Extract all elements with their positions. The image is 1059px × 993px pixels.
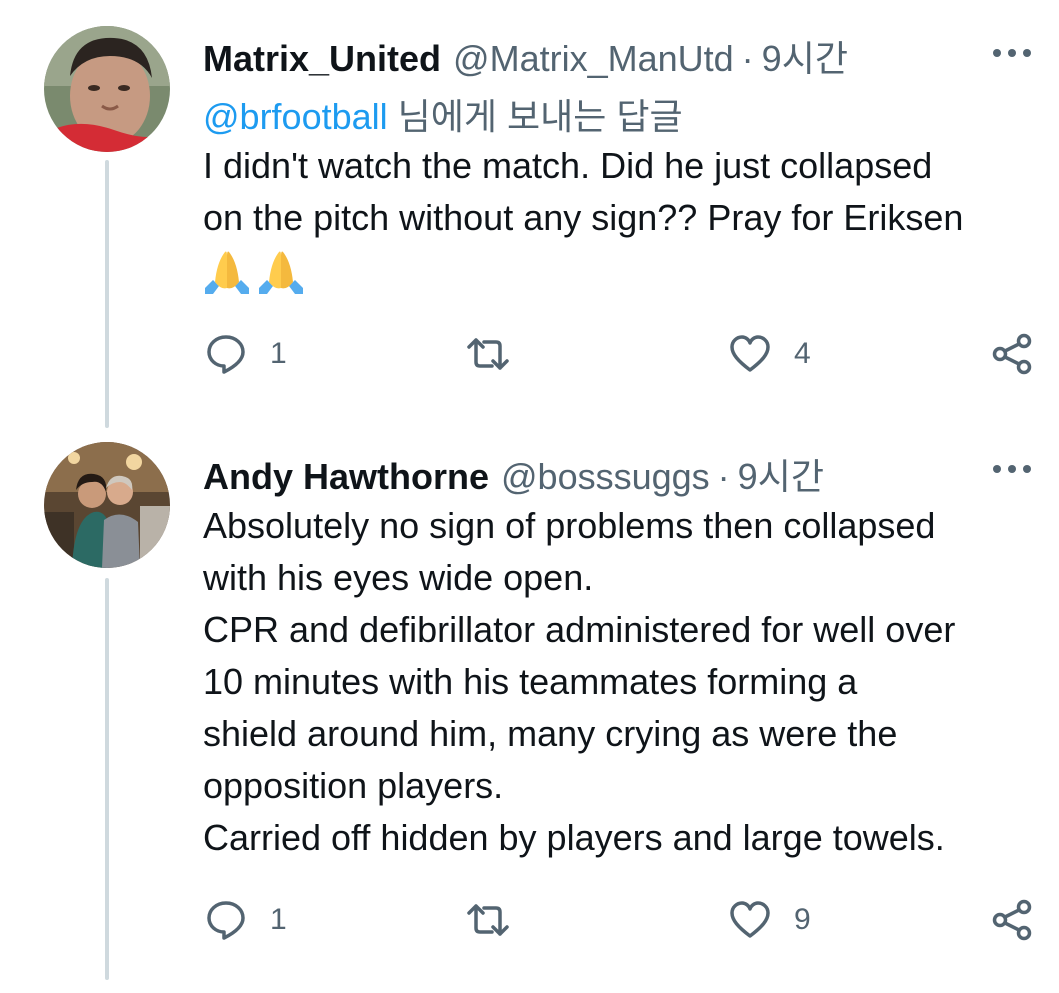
tweet-text-line: with his eyes wide open.	[203, 557, 594, 598]
timestamp[interactable]: 9시간	[762, 30, 848, 82]
thread-line	[105, 160, 109, 428]
avatar[interactable]	[44, 26, 170, 152]
tweet-text-line: I didn't watch the match. Did he just co…	[203, 145, 933, 186]
tweet-text-line: Absolutely no sign of problems then coll…	[203, 505, 936, 546]
user-handle[interactable]: @Matrix_ManUtd	[453, 38, 734, 80]
user-handle[interactable]: @bosssuggs	[501, 456, 710, 498]
retweet-icon	[467, 904, 509, 936]
like-button[interactable]: 4	[728, 332, 811, 376]
folded-hands-icon	[205, 251, 249, 294]
like-count: 9	[794, 903, 811, 936]
share-button[interactable]	[990, 898, 1034, 942]
heart-icon	[730, 335, 770, 372]
retweet-button[interactable]	[466, 332, 532, 376]
heart-icon	[730, 901, 770, 938]
reply-icon	[207, 901, 245, 940]
tweet-header: Matrix_United @Matrix_ManUtd · 9시간	[203, 30, 848, 82]
emoji-row	[203, 248, 1043, 300]
tweet-text-line: opposition players.	[203, 765, 504, 806]
tweet-text-line: CPR and defibrillator administered for w…	[203, 609, 956, 650]
more-icon[interactable]	[993, 462, 1031, 476]
avatar-image	[44, 442, 170, 568]
reply-button[interactable]: 1	[204, 332, 287, 376]
display-name[interactable]: Andy Hawthorne	[203, 456, 489, 498]
retweet-icon	[467, 338, 509, 370]
tweet-text-line: Carried off hidden by players and large …	[203, 817, 945, 858]
reply-icon	[207, 335, 245, 374]
reply-count: 1	[270, 337, 287, 370]
thread-line	[105, 578, 109, 980]
share-icon	[992, 333, 1032, 375]
tweet-text-line: on the pitch without any sign?? Pray for…	[203, 197, 964, 238]
like-button[interactable]: 9	[728, 898, 811, 942]
reply-suffix: 님에게 보내는 답글	[387, 96, 683, 137]
reply-count: 1	[270, 903, 287, 936]
avatar[interactable]	[44, 442, 170, 568]
separator-dot: ·	[741, 38, 754, 79]
share-button[interactable]	[990, 332, 1034, 376]
tweet-text: I didn't watch the match. Did he just co…	[203, 140, 1043, 300]
tweet-text-line: 10 minutes with his teammates forming a	[203, 661, 858, 702]
tweet-text: Absolutely no sign of problems then coll…	[203, 500, 1043, 864]
avatar-image	[44, 26, 170, 152]
reply-button[interactable]: 1	[204, 898, 287, 942]
like-count: 4	[794, 337, 811, 370]
display-name[interactable]: Matrix_United	[203, 38, 441, 80]
tweet-text-line: shield around him, many crying as were t…	[203, 713, 898, 754]
timestamp[interactable]: 9시간	[738, 448, 824, 500]
share-icon	[992, 899, 1032, 941]
more-icon[interactable]	[993, 46, 1031, 60]
tweet-header: Andy Hawthorne @bosssuggs · 9시간	[203, 448, 824, 500]
retweet-button[interactable]	[466, 898, 532, 942]
reply-mention-link[interactable]: @brfootball	[203, 96, 388, 137]
replying-to: @brfootball 님에게 보내는 답글	[203, 88, 683, 140]
separator-dot: ·	[717, 456, 730, 497]
folded-hands-icon	[259, 251, 303, 294]
